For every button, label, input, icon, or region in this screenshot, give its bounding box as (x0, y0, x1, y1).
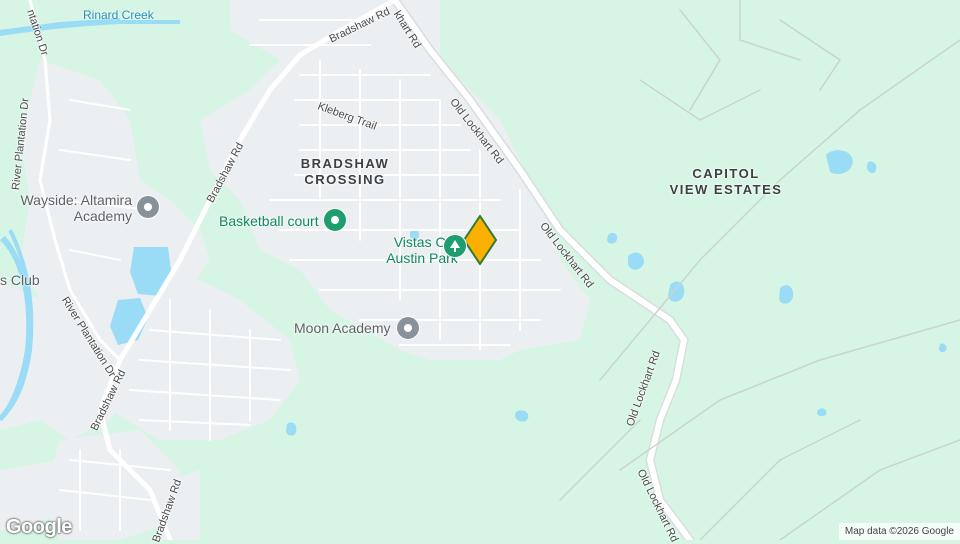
area-label-line: BRADSHAW (300, 156, 390, 171)
poi-label-basketball-court[interactable]: Basketball court (219, 213, 319, 229)
area-label-line: VIEW ESTATES (669, 182, 783, 197)
area-label-bradshaw-crossing: BRADSHAW CROSSING (292, 156, 398, 188)
area-label-capitol-view-estates: CAPITOL VIEW ESTATES (668, 166, 784, 198)
poi-label-line: Wayside: Altamira (20, 192, 132, 208)
tree-icon[interactable] (443, 234, 467, 258)
poi-label-moon-academy[interactable]: Moon Academy (294, 320, 391, 336)
poi-label-wayside-altamira-academy[interactable]: Wayside: Altamira Academy (18, 192, 132, 224)
tree-glyph (450, 240, 460, 252)
poi-label-line: Academy (73, 208, 132, 224)
pin-dot (404, 324, 412, 332)
school-icon[interactable] (396, 316, 420, 340)
area-label-line: CROSSING (304, 172, 386, 187)
park-icon[interactable] (323, 208, 347, 232)
google-logo[interactable]: Google (6, 516, 72, 539)
pin-dot (331, 216, 339, 224)
water-label-rinard-creek: Rinard Creek (83, 8, 154, 22)
map-attribution[interactable]: Map data ©2026 Google (838, 523, 960, 540)
school-icon[interactable] (136, 195, 160, 219)
pin-dot (144, 203, 152, 211)
map-canvas[interactable] (0, 0, 960, 540)
area-label-line: CAPITOL (692, 166, 760, 181)
poi-label-club[interactable]: s Club (0, 272, 40, 288)
